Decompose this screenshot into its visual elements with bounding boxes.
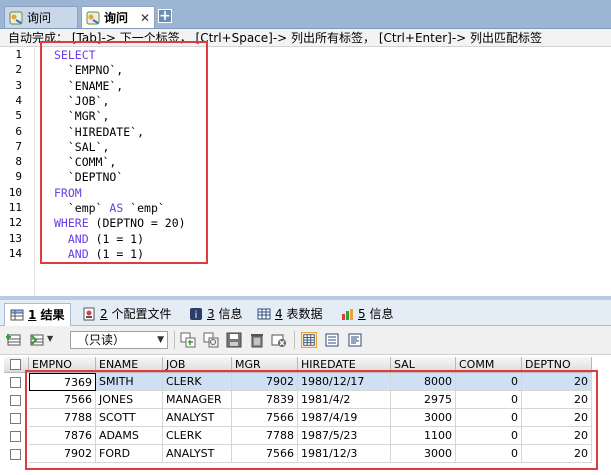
duplicate-row-icon[interactable] [180,332,196,348]
line-number: 6 [15,124,22,138]
line-number: 4 [15,93,22,107]
line-number: 2 [15,63,22,77]
line-number: 9 [15,170,22,184]
cancel-changes-icon[interactable] [271,332,287,348]
query-icon [9,11,23,25]
table-result-icon [10,309,24,321]
profile-icon [83,307,95,321]
tab-profile[interactable]: 2 个配置文件 [82,303,171,325]
query-tab-2-label: 询问 [104,11,129,25]
row-checkbox[interactable] [10,395,21,406]
tab-info-2[interactable]: 5 信息 [340,303,393,325]
line-number: 11 [8,201,22,214]
svg-text:i: i [195,310,198,321]
row-checkbox[interactable] [10,377,21,388]
tab-info-2-label: 信息 [369,307,394,321]
row-checkbox[interactable] [10,413,21,424]
tab-result-label: 结果 [40,308,65,322]
query-highlight-box [40,41,208,264]
tab-info[interactable]: i3 信息 [189,303,242,325]
line-number: 5 [15,109,22,123]
save-icon[interactable] [226,332,242,348]
row-checkbox[interactable] [10,431,21,442]
copy-row-icon[interactable] [203,332,219,348]
line-number: 1 [15,48,22,61]
info-chart-icon [342,309,353,320]
delete-icon[interactable] [249,332,265,348]
tab-profile-num: 2 [100,307,108,321]
query-icon [86,11,100,25]
add-tab-button[interactable]: + [158,9,172,23]
line-number: 7 [15,139,22,153]
query-tab-1[interactable]: 询问 [4,6,78,28]
query-tab-1-label: 询问 [27,11,52,25]
tab-table-data-label: 表数据 [286,307,323,321]
text-view-icon[interactable] [347,332,363,348]
line-number: 10 [8,185,22,199]
line-number: 12 [8,216,22,230]
line-number: 8 [15,155,22,169]
tab-result[interactable]: 1 结果 [4,303,71,326]
tab-info-num: 3 [207,307,215,321]
chevron-down-icon: ▼ [157,335,164,345]
form-view-icon[interactable] [324,332,340,348]
line-number: 14 [8,246,22,260]
insert-row-icon[interactable] [6,332,22,348]
tab-info-2-num: 5 [358,307,366,321]
tab-table-data-num: 4 [275,307,283,321]
grid-view-icon[interactable] [301,332,317,348]
query-tab-bar: 询问 询问 ✕ + [0,0,611,29]
line-number: 13 [8,231,22,245]
line-number: 3 [15,78,22,92]
query-tab-2[interactable]: 询问 ✕ [81,6,155,28]
table-data-icon [257,308,271,320]
row-checkbox[interactable] [10,449,21,460]
toolbar-separator [294,331,295,349]
info-icon: i [190,308,202,321]
line-number-gutter: 1 2 3 4 5 6 7 8 9 10 11 12 13 14 [0,48,35,296]
tab-profile-label: 个配置文件 [111,307,172,321]
tab-info-label: 信息 [218,307,243,321]
dropdown-arrow-icon[interactable]: ▼ [47,334,53,343]
select-all-checkbox[interactable] [10,359,21,370]
toolbar-separator [174,331,175,349]
result-toolbar: ▼ （只读） ▼ [0,326,611,355]
readonly-select[interactable]: （只读） ▼ [70,331,168,349]
close-tab-icon[interactable]: ✕ [140,7,150,29]
result-tab-bar: 1 结果 2 个配置文件 i3 信息 4 表数据 5 信息 [0,300,611,326]
tab-table-data[interactable]: 4 表数据 [257,303,322,325]
save-rows-icon[interactable] [29,332,45,348]
tab-result-num: 1 [28,308,37,322]
readonly-select-value: （只读） [77,333,126,347]
result-highlight-box [25,370,598,470]
